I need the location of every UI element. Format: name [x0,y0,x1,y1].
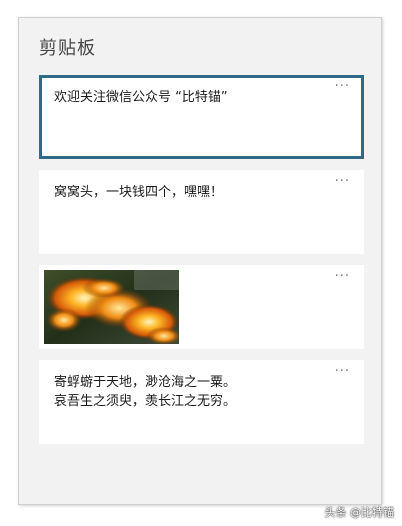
more-dots-icon[interactable]: ··· [335,80,350,93]
panel-title: 剪贴板 [39,38,96,59]
fire-image [44,270,179,344]
more-dots-icon[interactable]: ··· [335,175,350,188]
watermark: 头条 @比特锚 [324,506,395,519]
clipboard-item[interactable]: 窝窝头，一块钱四个，嘿嘿！ ··· [39,170,364,254]
more-dots-icon[interactable]: ··· [335,365,350,378]
more-dots-icon[interactable]: ··· [335,270,350,283]
clipboard-item-text: 欢迎关注微信公众号 “比特锚” [54,90,228,105]
clipboard-item[interactable]: ··· [39,265,364,349]
clipboard-item[interactable]: 欢迎关注微信公众号 “比特锚” ··· [39,75,364,159]
clipboard-item-text: 窝窝头，一块钱四个，嘿嘿！ [54,185,224,200]
clipboard-item-text: 寄蜉蝣于天地，渺沧海之一粟。 哀吾生之须臾，羡长江之无穷。 [54,375,237,409]
clipboard-panel: 剪贴板 欢迎关注微信公众号 “比特锚” ··· 窝窝头，一块钱四个，嘿嘿！ ··… [18,17,382,505]
clipboard-item[interactable]: 寄蜉蝣于天地，渺沧海之一粟。 哀吾生之须臾，羡长江之无穷。 ··· [39,360,364,444]
